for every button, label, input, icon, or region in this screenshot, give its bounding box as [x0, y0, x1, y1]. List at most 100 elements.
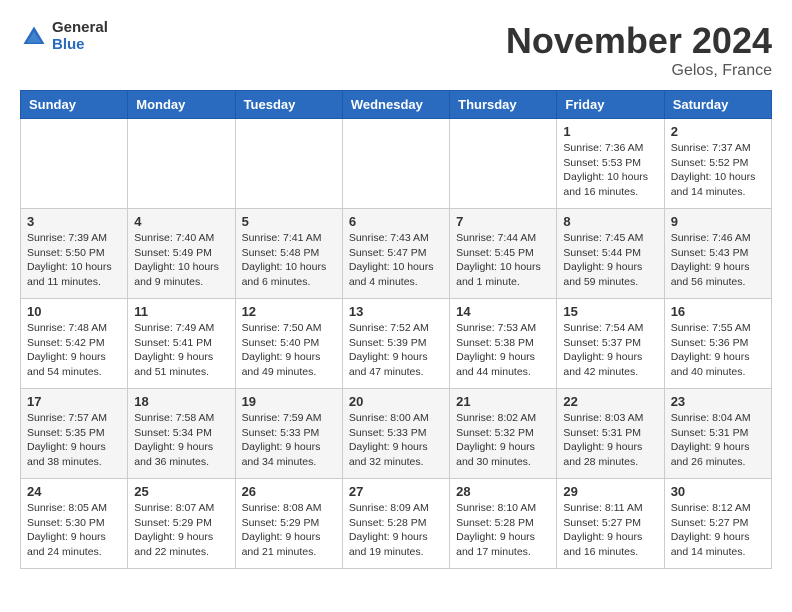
calendar-cell: 7 Sunrise: 7:44 AM Sunset: 5:45 PM Daylig…: [450, 209, 557, 299]
day-number: 22: [563, 394, 657, 409]
calendar-week-row: 17 Sunrise: 7:57 AM Sunset: 5:35 PM Dayli…: [21, 389, 772, 479]
page-header: General Blue November 2024 Gelos, France: [20, 20, 772, 80]
calendar-week-row: 1 Sunrise: 7:36 AM Sunset: 5:53 PM Daylig…: [21, 119, 772, 209]
day-info: Sunrise: 8:04 AM Sunset: 5:31 PM Dayligh…: [671, 411, 765, 470]
day-number: 8: [563, 214, 657, 229]
day-number: 5: [242, 214, 336, 229]
calendar-cell: 20 Sunrise: 8:00 AM Sunset: 5:33 PM Dayli…: [342, 389, 449, 479]
calendar-cell: 9 Sunrise: 7:46 AM Sunset: 5:43 PM Daylig…: [664, 209, 771, 299]
calendar-cell: 14 Sunrise: 7:53 AM Sunset: 5:38 PM Dayli…: [450, 299, 557, 389]
day-number: 10: [27, 304, 121, 319]
day-info: Sunrise: 7:53 AM Sunset: 5:38 PM Dayligh…: [456, 321, 550, 380]
day-info: Sunrise: 7:59 AM Sunset: 5:33 PM Dayligh…: [242, 411, 336, 470]
day-info: Sunrise: 7:43 AM Sunset: 5:47 PM Dayligh…: [349, 231, 443, 290]
calendar-week-row: 24 Sunrise: 8:05 AM Sunset: 5:30 PM Dayli…: [21, 479, 772, 569]
day-number: 16: [671, 304, 765, 319]
calendar-cell: 17 Sunrise: 7:57 AM Sunset: 5:35 PM Dayli…: [21, 389, 128, 479]
month-title: November 2024: [506, 20, 772, 62]
day-info: Sunrise: 8:00 AM Sunset: 5:33 PM Dayligh…: [349, 411, 443, 470]
title-area: November 2024 Gelos, France: [506, 20, 772, 80]
day-info: Sunrise: 7:48 AM Sunset: 5:42 PM Dayligh…: [27, 321, 121, 380]
calendar-cell: 28 Sunrise: 8:10 AM Sunset: 5:28 PM Dayli…: [450, 479, 557, 569]
weekday-header-wednesday: Wednesday: [342, 91, 449, 119]
calendar-week-row: 3 Sunrise: 7:39 AM Sunset: 5:50 PM Daylig…: [21, 209, 772, 299]
calendar-cell: 23 Sunrise: 8:04 AM Sunset: 5:31 PM Dayli…: [664, 389, 771, 479]
day-number: 15: [563, 304, 657, 319]
day-number: 14: [456, 304, 550, 319]
calendar-cell: [21, 119, 128, 209]
day-info: Sunrise: 8:11 AM Sunset: 5:27 PM Dayligh…: [563, 501, 657, 560]
day-number: 28: [456, 484, 550, 499]
day-info: Sunrise: 8:10 AM Sunset: 5:28 PM Dayligh…: [456, 501, 550, 560]
day-number: 23: [671, 394, 765, 409]
day-number: 2: [671, 124, 765, 139]
day-number: 20: [349, 394, 443, 409]
day-number: 19: [242, 394, 336, 409]
day-info: Sunrise: 8:05 AM Sunset: 5:30 PM Dayligh…: [27, 501, 121, 560]
day-number: 24: [27, 484, 121, 499]
calendar-cell: 21 Sunrise: 8:02 AM Sunset: 5:32 PM Dayli…: [450, 389, 557, 479]
calendar-cell: 15 Sunrise: 7:54 AM Sunset: 5:37 PM Dayli…: [557, 299, 664, 389]
day-number: 7: [456, 214, 550, 229]
calendar-cell: 12Sunrise: 7:50 AM Sunset: 5:40 PM Dayli…: [235, 299, 342, 389]
calendar-cell: 2 Sunrise: 7:37 AM Sunset: 5:52 PM Daylig…: [664, 119, 771, 209]
calendar-cell: 13Sunrise: 7:52 AM Sunset: 5:39 PM Dayli…: [342, 299, 449, 389]
calendar-cell: 25 Sunrise: 8:07 AM Sunset: 5:29 PM Dayli…: [128, 479, 235, 569]
day-number: 25: [134, 484, 228, 499]
calendar-table: SundayMondayTuesdayWednesdayThursdayFrid…: [20, 90, 772, 569]
calendar-cell: 27 Sunrise: 8:09 AM Sunset: 5:28 PM Dayli…: [342, 479, 449, 569]
day-info: Sunrise: 7:55 AM Sunset: 5:36 PM Dayligh…: [671, 321, 765, 380]
weekday-header-saturday: Saturday: [664, 91, 771, 119]
calendar-cell: [450, 119, 557, 209]
calendar-cell: 10 Sunrise: 7:48 AM Sunset: 5:42 PM Dayli…: [21, 299, 128, 389]
day-number: 17: [27, 394, 121, 409]
calendar-cell: [235, 119, 342, 209]
calendar-cell: 4 Sunrise: 7:40 AM Sunset: 5:49 PM Daylig…: [128, 209, 235, 299]
day-info: Sunrise: 7:58 AM Sunset: 5:34 PM Dayligh…: [134, 411, 228, 470]
calendar-cell: 18 Sunrise: 7:58 AM Sunset: 5:34 PM Dayli…: [128, 389, 235, 479]
day-info: Sunrise: 7:45 AM Sunset: 5:44 PM Dayligh…: [563, 231, 657, 290]
day-number: 26: [242, 484, 336, 499]
day-info: Sunrise: 8:02 AM Sunset: 5:32 PM Dayligh…: [456, 411, 550, 470]
calendar-cell: 30Sunrise: 8:12 AM Sunset: 5:27 PM Dayli…: [664, 479, 771, 569]
calendar-week-row: 10 Sunrise: 7:48 AM Sunset: 5:42 PM Dayli…: [21, 299, 772, 389]
day-number: 4: [134, 214, 228, 229]
weekday-header-thursday: Thursday: [450, 91, 557, 119]
day-info: Sunrise: 8:09 AM Sunset: 5:28 PM Dayligh…: [349, 501, 443, 560]
day-info: Sunrise: 7:54 AM Sunset: 5:37 PM Dayligh…: [563, 321, 657, 380]
weekday-header-friday: Friday: [557, 91, 664, 119]
day-number: 27: [349, 484, 443, 499]
weekday-header-sunday: Sunday: [21, 91, 128, 119]
location: Gelos, France: [506, 62, 772, 80]
calendar-cell: [128, 119, 235, 209]
day-info: Sunrise: 7:40 AM Sunset: 5:49 PM Dayligh…: [134, 231, 228, 290]
day-number: 29: [563, 484, 657, 499]
calendar-cell: 24 Sunrise: 8:05 AM Sunset: 5:30 PM Dayli…: [21, 479, 128, 569]
day-info: Sunrise: 7:36 AM Sunset: 5:53 PM Dayligh…: [563, 141, 657, 200]
calendar-cell: 1 Sunrise: 7:36 AM Sunset: 5:53 PM Daylig…: [557, 119, 664, 209]
day-info: Sunrise: 8:08 AM Sunset: 5:29 PM Dayligh…: [242, 501, 336, 560]
day-info: Sunrise: 7:49 AM Sunset: 5:41 PM Dayligh…: [134, 321, 228, 380]
day-number: 9: [671, 214, 765, 229]
day-number: 30: [671, 484, 765, 499]
day-number: 11: [134, 304, 228, 319]
calendar-cell: 3 Sunrise: 7:39 AM Sunset: 5:50 PM Daylig…: [21, 209, 128, 299]
weekday-header-row: SundayMondayTuesdayWednesdayThursdayFrid…: [21, 91, 772, 119]
calendar-cell: 26 Sunrise: 8:08 AM Sunset: 5:29 PM Dayli…: [235, 479, 342, 569]
day-number: 1: [563, 124, 657, 139]
day-info: Sunrise: 8:07 AM Sunset: 5:29 PM Dayligh…: [134, 501, 228, 560]
weekday-header-tuesday: Tuesday: [235, 91, 342, 119]
calendar-cell: 29 Sunrise: 8:11 AM Sunset: 5:27 PM Dayli…: [557, 479, 664, 569]
day-number: 21: [456, 394, 550, 409]
day-info: Sunrise: 7:37 AM Sunset: 5:52 PM Dayligh…: [671, 141, 765, 200]
logo-text: General Blue: [52, 20, 108, 53]
calendar-cell: 11 Sunrise: 7:49 AM Sunset: 5:41 PM Dayli…: [128, 299, 235, 389]
day-info: Sunrise: 7:44 AM Sunset: 5:45 PM Dayligh…: [456, 231, 550, 290]
day-number: 3: [27, 214, 121, 229]
day-info: Sunrise: 7:57 AM Sunset: 5:35 PM Dayligh…: [27, 411, 121, 470]
day-number: 6: [349, 214, 443, 229]
day-info: Sunrise: 7:46 AM Sunset: 5:43 PM Dayligh…: [671, 231, 765, 290]
calendar-cell: 6 Sunrise: 7:43 AM Sunset: 5:47 PM Daylig…: [342, 209, 449, 299]
day-info: Sunrise: 7:39 AM Sunset: 5:50 PM Dayligh…: [27, 231, 121, 290]
day-number: 18: [134, 394, 228, 409]
